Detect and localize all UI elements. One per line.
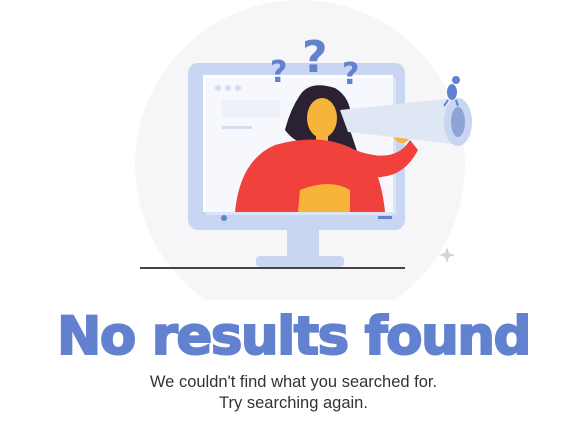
empty-state-message-line2: Try searching again.	[219, 394, 368, 412]
svg-text:?: ?	[342, 57, 359, 92]
no-results-illustration: ? ? ?	[135, 0, 472, 300]
svg-text:?: ?	[270, 55, 287, 90]
svg-text:?: ?	[302, 32, 328, 83]
empty-state-message-line1: We couldn't find what you searched for.	[149, 373, 438, 391]
empty-state-title: No results found	[56, 305, 532, 368]
